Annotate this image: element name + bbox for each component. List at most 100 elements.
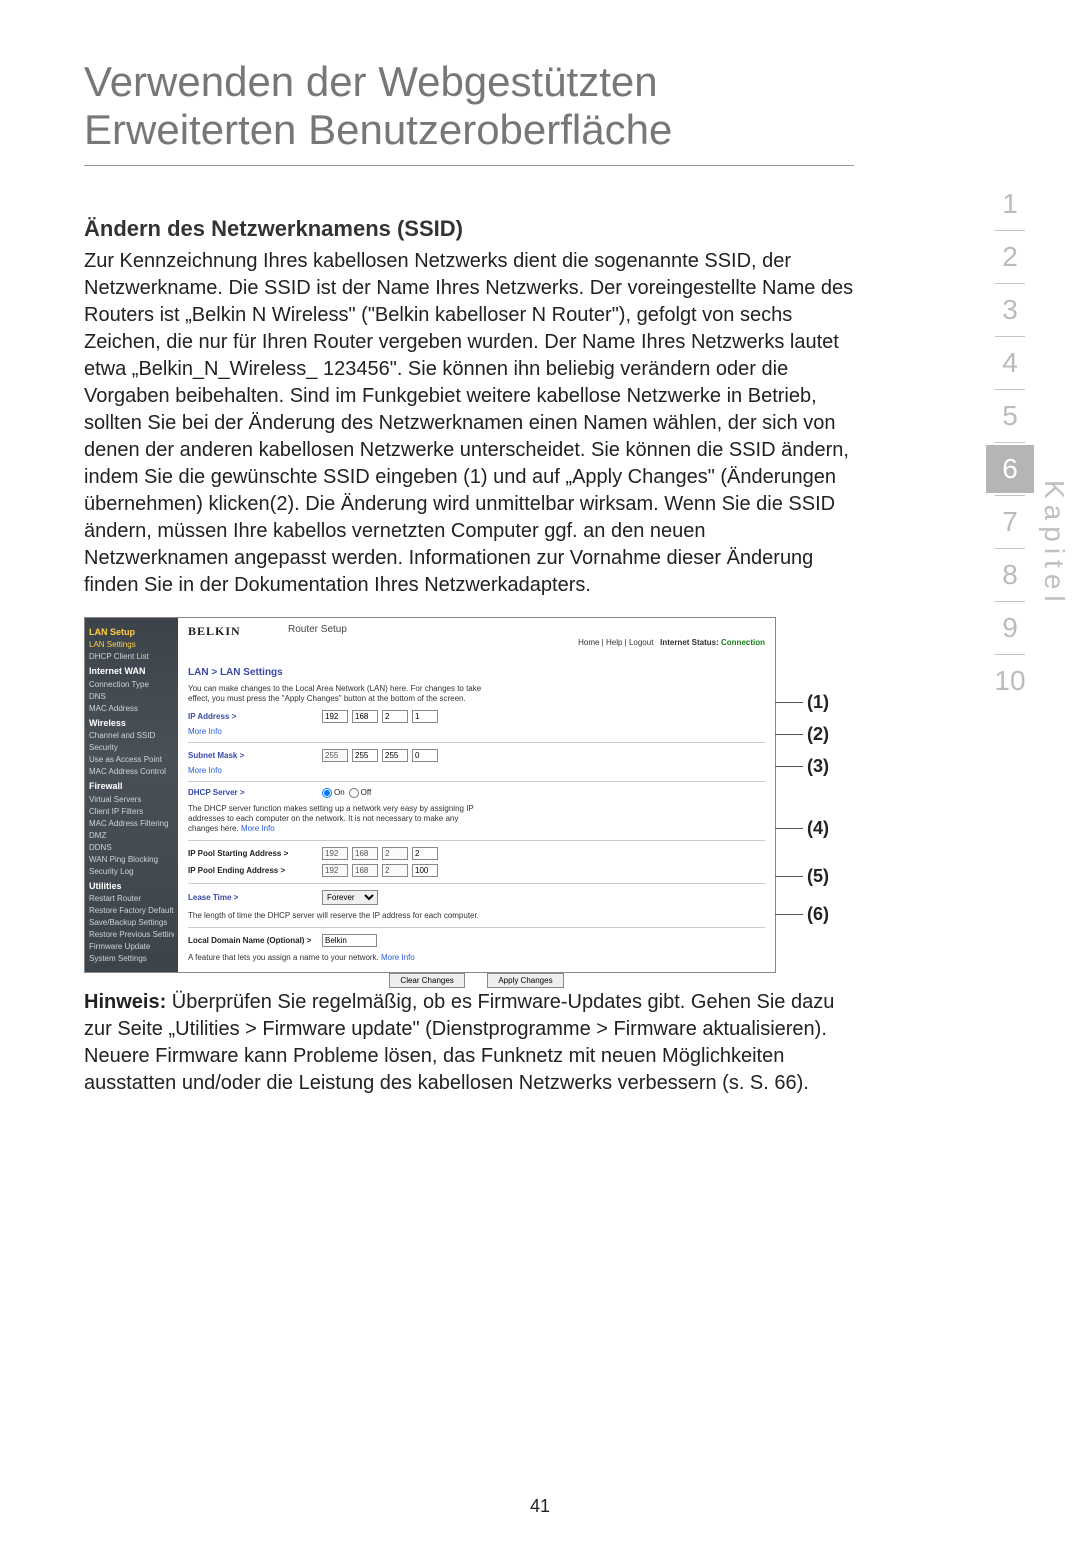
dhcp-note: The DHCP server function makes setting u… <box>188 804 488 834</box>
callout-6: (6) <box>775 904 851 925</box>
ip-octet-4[interactable] <box>412 710 438 723</box>
sidebar-item[interactable]: Wireless <box>89 717 174 731</box>
sidebar-item[interactable]: Firmware Update <box>89 941 174 953</box>
chapter-nav: 12345678910 <box>990 180 1030 705</box>
sidebar-item[interactable]: DHCP Client List <box>89 651 174 663</box>
link-home[interactable]: Home <box>578 638 599 647</box>
sidebar-item[interactable]: System Settings <box>89 953 174 965</box>
chapter-nav-item[interactable]: 1 <box>986 180 1034 228</box>
lease-select[interactable]: Forever <box>322 890 378 905</box>
ps-2[interactable] <box>352 847 378 860</box>
domain-more-info[interactable]: More Info <box>381 953 415 962</box>
sidebar-item[interactable]: Connection Type <box>89 679 174 691</box>
sidebar-item[interactable]: DMZ <box>89 830 174 842</box>
chapter-nav-sep <box>995 548 1025 549</box>
chapter-nav-item[interactable]: 4 <box>986 339 1034 387</box>
chapter-nav-item[interactable]: 2 <box>986 233 1034 281</box>
subnet-octet-2[interactable] <box>352 749 378 762</box>
callout-2: (2) <box>775 724 851 745</box>
row-ip: IP Address > <box>188 710 765 723</box>
sidebar-item[interactable]: MAC Address Filtering <box>89 818 174 830</box>
kapitel-label: Kapitel <box>1038 480 1070 608</box>
sidebar-item[interactable]: Client IP Filters <box>89 806 174 818</box>
sidebar-item[interactable]: Security Log <box>89 866 174 878</box>
sidebar-item[interactable]: DNS <box>89 691 174 703</box>
chapter-nav-item[interactable]: 9 <box>986 604 1034 652</box>
chapter-nav-sep <box>995 495 1025 496</box>
subnet-octet-1[interactable] <box>322 749 348 762</box>
clear-changes-button[interactable]: Clear Changes <box>389 973 464 988</box>
page-content: Verwenden der Webgestützten Erweiterten … <box>84 58 854 1097</box>
dhcp-on-radio[interactable]: On <box>322 788 345 798</box>
status-label: Internet Status: <box>660 638 719 647</box>
row-domain: Local Domain Name (Optional) > <box>188 934 765 947</box>
link-help[interactable]: Help <box>606 638 622 647</box>
sidebar-item[interactable]: Save/Backup Settings <box>89 917 174 929</box>
chapter-nav-sep <box>995 230 1025 231</box>
ps-1[interactable] <box>322 847 348 860</box>
chapter-nav-item[interactable]: 10 <box>986 657 1034 705</box>
sidebar-item[interactable]: MAC Address <box>89 703 174 715</box>
dhcp-off-radio[interactable]: Off <box>349 788 372 798</box>
sidebar-item[interactable]: Internet WAN <box>89 665 174 679</box>
page-number: 41 <box>0 1496 1080 1517</box>
dhcp-more-info[interactable]: More Info <box>241 824 275 833</box>
ip-octet-2[interactable] <box>352 710 378 723</box>
radio-on[interactable] <box>322 788 332 798</box>
router-screenshot: LAN SetupLAN SettingsDHCP Client List Int… <box>84 617 776 973</box>
ip-octet-1[interactable] <box>322 710 348 723</box>
sidebar-item[interactable]: Utilities <box>89 880 174 894</box>
sidebar-item[interactable]: Security <box>89 742 174 754</box>
sidebar-item[interactable]: Virtual Servers <box>89 794 174 806</box>
sidebar-item[interactable]: Channel and SSID <box>89 730 174 742</box>
pool-end-label: IP Pool Ending Address > <box>188 866 318 875</box>
ip-more-info[interactable]: More Info <box>188 727 765 736</box>
chapter-nav-item[interactable]: 5 <box>986 392 1034 440</box>
chapter-nav-item[interactable]: 6 <box>986 445 1034 493</box>
lease-note: The length of time the DHCP server will … <box>188 911 488 921</box>
sidebar-item[interactable]: Restart Router <box>89 893 174 905</box>
subnet-octet-4[interactable] <box>412 749 438 762</box>
row-lease: Lease Time > Forever <box>188 890 765 905</box>
ip-octet-3[interactable] <box>382 710 408 723</box>
subnet-octet-3[interactable] <box>382 749 408 762</box>
chapter-nav-sep <box>995 442 1025 443</box>
chapter-nav-sep <box>995 283 1025 284</box>
ps-3[interactable] <box>382 847 408 860</box>
page-title: Verwenden der Webgestützten Erweiterten … <box>84 58 854 155</box>
sidebar-item[interactable]: DDNS <box>89 842 174 854</box>
sidebar-item[interactable]: LAN Setup <box>89 626 174 640</box>
sep <box>188 781 765 782</box>
sidebar-item[interactable]: WAN Ping Blocking <box>89 854 174 866</box>
lease-label: Lease Time > <box>188 893 318 902</box>
pe-3[interactable] <box>382 864 408 877</box>
hinweis-label: Hinweis: <box>84 991 166 1013</box>
sidebar-item[interactable]: MAC Address Control <box>89 766 174 778</box>
sep <box>188 927 765 928</box>
callouts: (1) (2) (3) (4) (5) (6) <box>775 618 851 972</box>
router-main: BELKIN Router Setup Home | Help | Logout… <box>178 618 775 972</box>
chapter-nav-item[interactable]: 8 <box>986 551 1034 599</box>
sidebar-item[interactable]: LAN Settings <box>89 639 174 651</box>
domain-input[interactable] <box>322 934 377 947</box>
sidebar-item[interactable]: Restore Factory Defaults <box>89 905 174 917</box>
apply-changes-button[interactable]: Apply Changes <box>487 973 563 988</box>
subnet-more-info[interactable]: More Info <box>188 766 765 775</box>
pe-4[interactable] <box>412 864 438 877</box>
belkin-logo: BELKIN <box>188 624 241 638</box>
sidebar-item[interactable]: Use as Access Point <box>89 754 174 766</box>
pool-start-label: IP Pool Starting Address > <box>188 849 318 858</box>
radio-off[interactable] <box>349 788 359 798</box>
pe-1[interactable] <box>322 864 348 877</box>
link-logout[interactable]: Logout <box>629 638 653 647</box>
row-pool-end: IP Pool Ending Address > <box>188 864 765 877</box>
pe-2[interactable] <box>352 864 378 877</box>
sidebar-item[interactable]: Restore Previous Settings <box>89 929 174 941</box>
subnet-label: Subnet Mask > <box>188 751 318 760</box>
hinweis-paragraph: Hinweis: Überprüfen Sie regelmäßig, ob e… <box>84 989 854 1097</box>
sidebar-item[interactable]: Firewall <box>89 780 174 794</box>
chapter-nav-item[interactable]: 3 <box>986 286 1034 334</box>
callout-3: (3) <box>775 756 851 777</box>
ps-4[interactable] <box>412 847 438 860</box>
chapter-nav-item[interactable]: 7 <box>986 498 1034 546</box>
